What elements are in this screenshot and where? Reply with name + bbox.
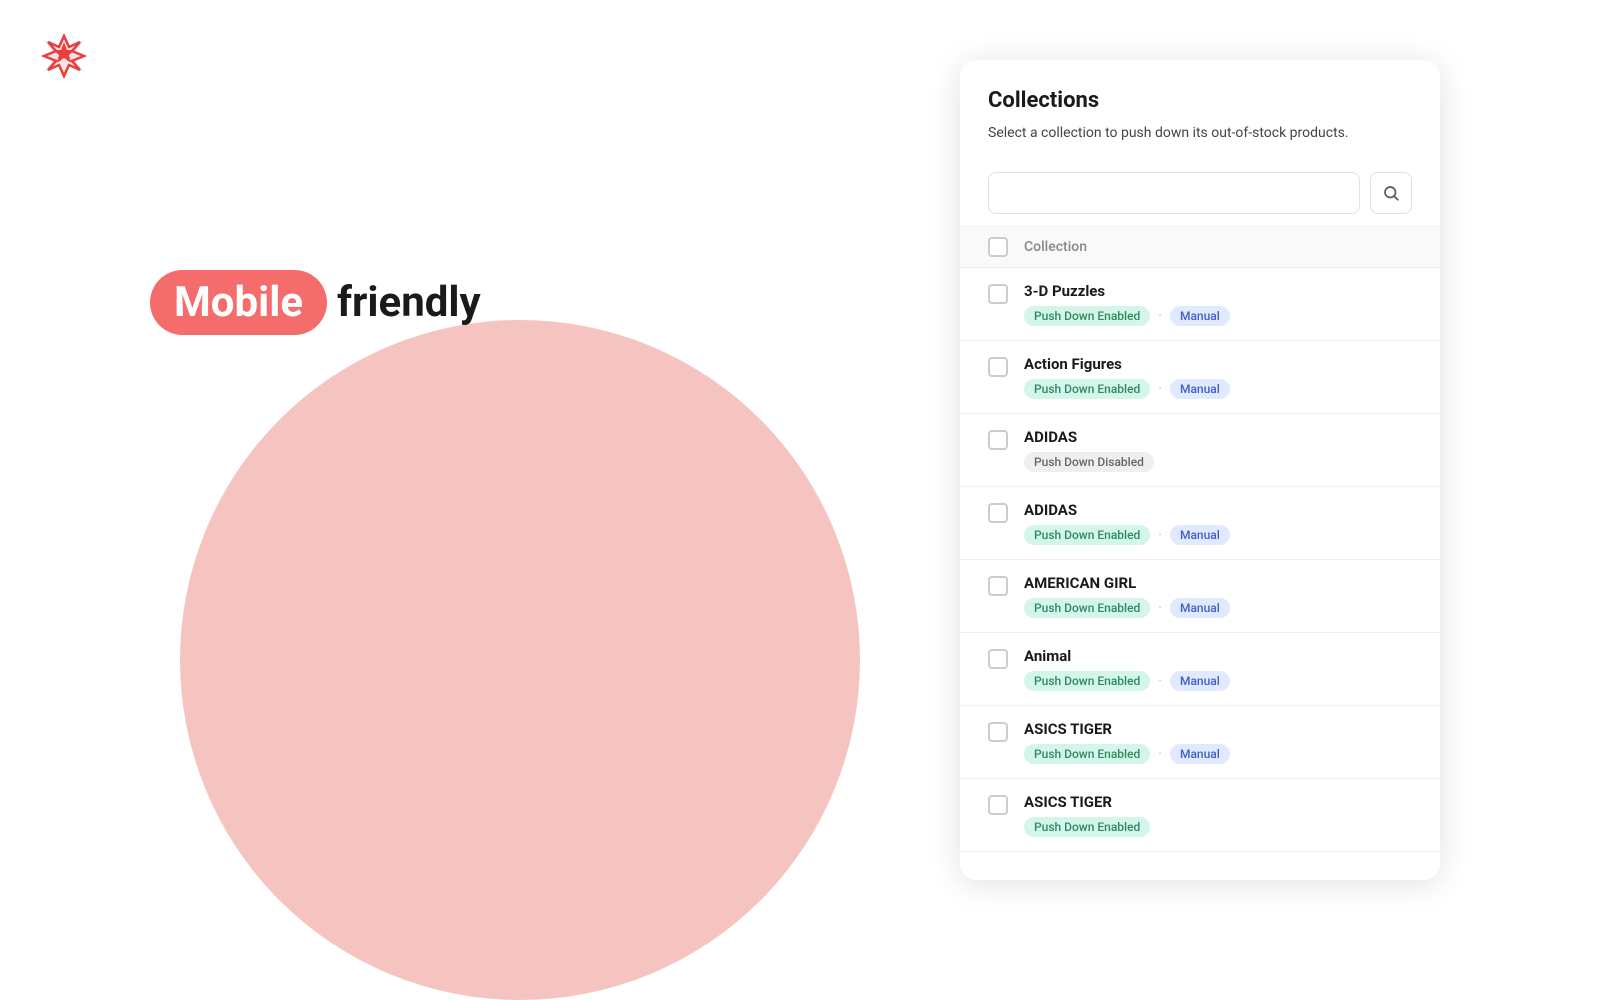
item-checkbox[interactable] [988, 357, 1008, 377]
panel-subtitle: Select a collection to push down its out… [988, 123, 1412, 144]
item-name: ASICS TIGER [1024, 720, 1412, 738]
dot-separator: · [1158, 527, 1162, 543]
push-down-badge: Push Down Enabled [1024, 306, 1150, 326]
item-name: AMERICAN GIRL [1024, 574, 1412, 592]
item-content: ADIDAS Push Down Disabled [1024, 428, 1412, 472]
item-checkbox[interactable] [988, 722, 1008, 742]
push-down-badge: Push Down Enabled [1024, 671, 1150, 691]
item-checkbox[interactable] [988, 284, 1008, 304]
item-checkbox[interactable] [988, 430, 1008, 450]
item-content: ASICS TIGER Push Down Enabled [1024, 793, 1412, 837]
item-content: AMERICAN GIRL Push Down Enabled · Manual [1024, 574, 1412, 618]
search-button[interactable] [1370, 172, 1412, 214]
item-content: Animal Push Down Enabled · Manual [1024, 647, 1412, 691]
item-content: Action Figures Push Down Enabled · Manua… [1024, 355, 1412, 399]
mode-badge: Manual [1170, 598, 1230, 618]
item-name: ADIDAS [1024, 501, 1412, 519]
collection-item[interactable]: 3-D Puzzles Push Down Enabled · Manual [960, 268, 1440, 341]
collections-panel: Collections Select a collection to push … [960, 60, 1440, 880]
dot-separator: · [1158, 673, 1162, 689]
item-checkbox[interactable] [988, 649, 1008, 669]
collection-item[interactable]: ASICS TIGER Push Down Enabled [960, 779, 1440, 852]
push-down-badge: Push Down Enabled [1024, 744, 1150, 764]
item-badges: Push Down Disabled [1024, 452, 1412, 472]
item-name: ADIDAS [1024, 428, 1412, 446]
item-name: Animal [1024, 647, 1412, 665]
dot-separator: · [1158, 746, 1162, 762]
item-name: ASICS TIGER [1024, 793, 1412, 811]
item-badges: Push Down Enabled · Manual [1024, 306, 1412, 326]
item-content: ASICS TIGER Push Down Enabled · Manual [1024, 720, 1412, 764]
table-header-label: Collection [1024, 239, 1087, 255]
background-circle [180, 320, 860, 1000]
item-content: ADIDAS Push Down Enabled · Manual [1024, 501, 1412, 545]
push-down-badge: Push Down Disabled [1024, 452, 1154, 472]
push-down-badge: Push Down Enabled [1024, 379, 1150, 399]
item-badges: Push Down Enabled · Manual [1024, 379, 1412, 399]
mode-badge: Manual [1170, 379, 1230, 399]
app-logo [36, 28, 92, 88]
mode-badge: Manual [1170, 744, 1230, 764]
select-all-checkbox[interactable] [988, 237, 1008, 257]
item-checkbox[interactable] [988, 503, 1008, 523]
collection-item[interactable]: ADIDAS Push Down Disabled [960, 414, 1440, 487]
hero-mobile-label: Mobile [150, 270, 327, 335]
dot-separator: · [1158, 308, 1162, 324]
mode-badge: Manual [1170, 671, 1230, 691]
collection-item[interactable]: AMERICAN GIRL Push Down Enabled · Manual [960, 560, 1440, 633]
search-icon [1382, 184, 1400, 202]
item-name: 3-D Puzzles [1024, 282, 1412, 300]
hero-text-container: Mobile friendly [150, 270, 481, 335]
item-badges: Push Down Enabled · Manual [1024, 525, 1412, 545]
hero-friendly-label: friendly [337, 278, 481, 327]
collection-item[interactable]: ASICS TIGER Push Down Enabled · Manual [960, 706, 1440, 779]
search-container [960, 160, 1440, 226]
push-down-badge: Push Down Enabled [1024, 598, 1150, 618]
item-checkbox[interactable] [988, 576, 1008, 596]
table-header: Collection [960, 226, 1440, 268]
push-down-badge: Push Down Enabled [1024, 525, 1150, 545]
mode-badge: Manual [1170, 525, 1230, 545]
item-content: 3-D Puzzles Push Down Enabled · Manual [1024, 282, 1412, 326]
item-badges: Push Down Enabled · Manual [1024, 744, 1412, 764]
collection-item[interactable]: Animal Push Down Enabled · Manual [960, 633, 1440, 706]
dot-separator: · [1158, 381, 1162, 397]
item-badges: Push Down Enabled · Manual [1024, 598, 1412, 618]
collection-item[interactable]: Action Figures Push Down Enabled · Manua… [960, 341, 1440, 414]
panel-title: Collections [988, 88, 1412, 113]
collections-list[interactable]: 3-D Puzzles Push Down Enabled · Manual A… [960, 268, 1440, 880]
push-down-badge: Push Down Enabled [1024, 817, 1150, 837]
item-name: Action Figures [1024, 355, 1412, 373]
mode-badge: Manual [1170, 306, 1230, 326]
item-checkbox[interactable] [988, 795, 1008, 815]
dot-separator: · [1158, 600, 1162, 616]
panel-header: Collections Select a collection to push … [960, 60, 1440, 160]
item-badges: Push Down Enabled [1024, 817, 1412, 837]
collection-item[interactable]: ADIDAS Push Down Enabled · Manual [960, 487, 1440, 560]
item-badges: Push Down Enabled · Manual [1024, 671, 1412, 691]
search-input[interactable] [988, 172, 1360, 214]
